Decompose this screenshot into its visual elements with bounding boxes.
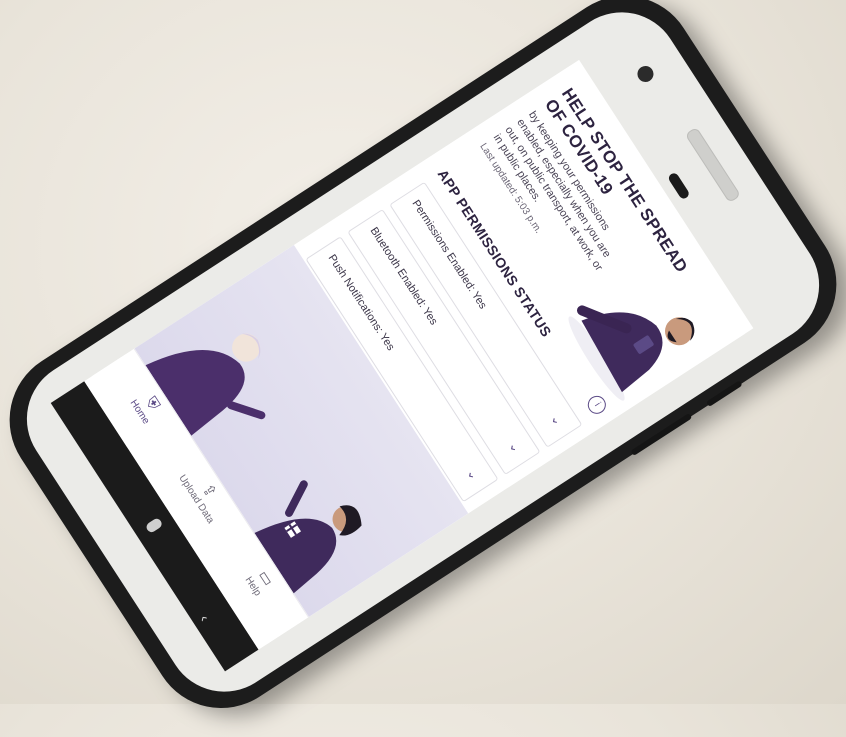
info-icon[interactable]: i — [584, 392, 610, 418]
photo-scene: ‹ HELP STOP THE SPREAD OF COVID-19 by ke… — [0, 0, 846, 735]
chevron-down-icon: ⌄ — [547, 410, 567, 429]
chevron-down-icon: ⌄ — [463, 465, 483, 483]
chevron-down-icon: ⌄ — [505, 438, 525, 456]
